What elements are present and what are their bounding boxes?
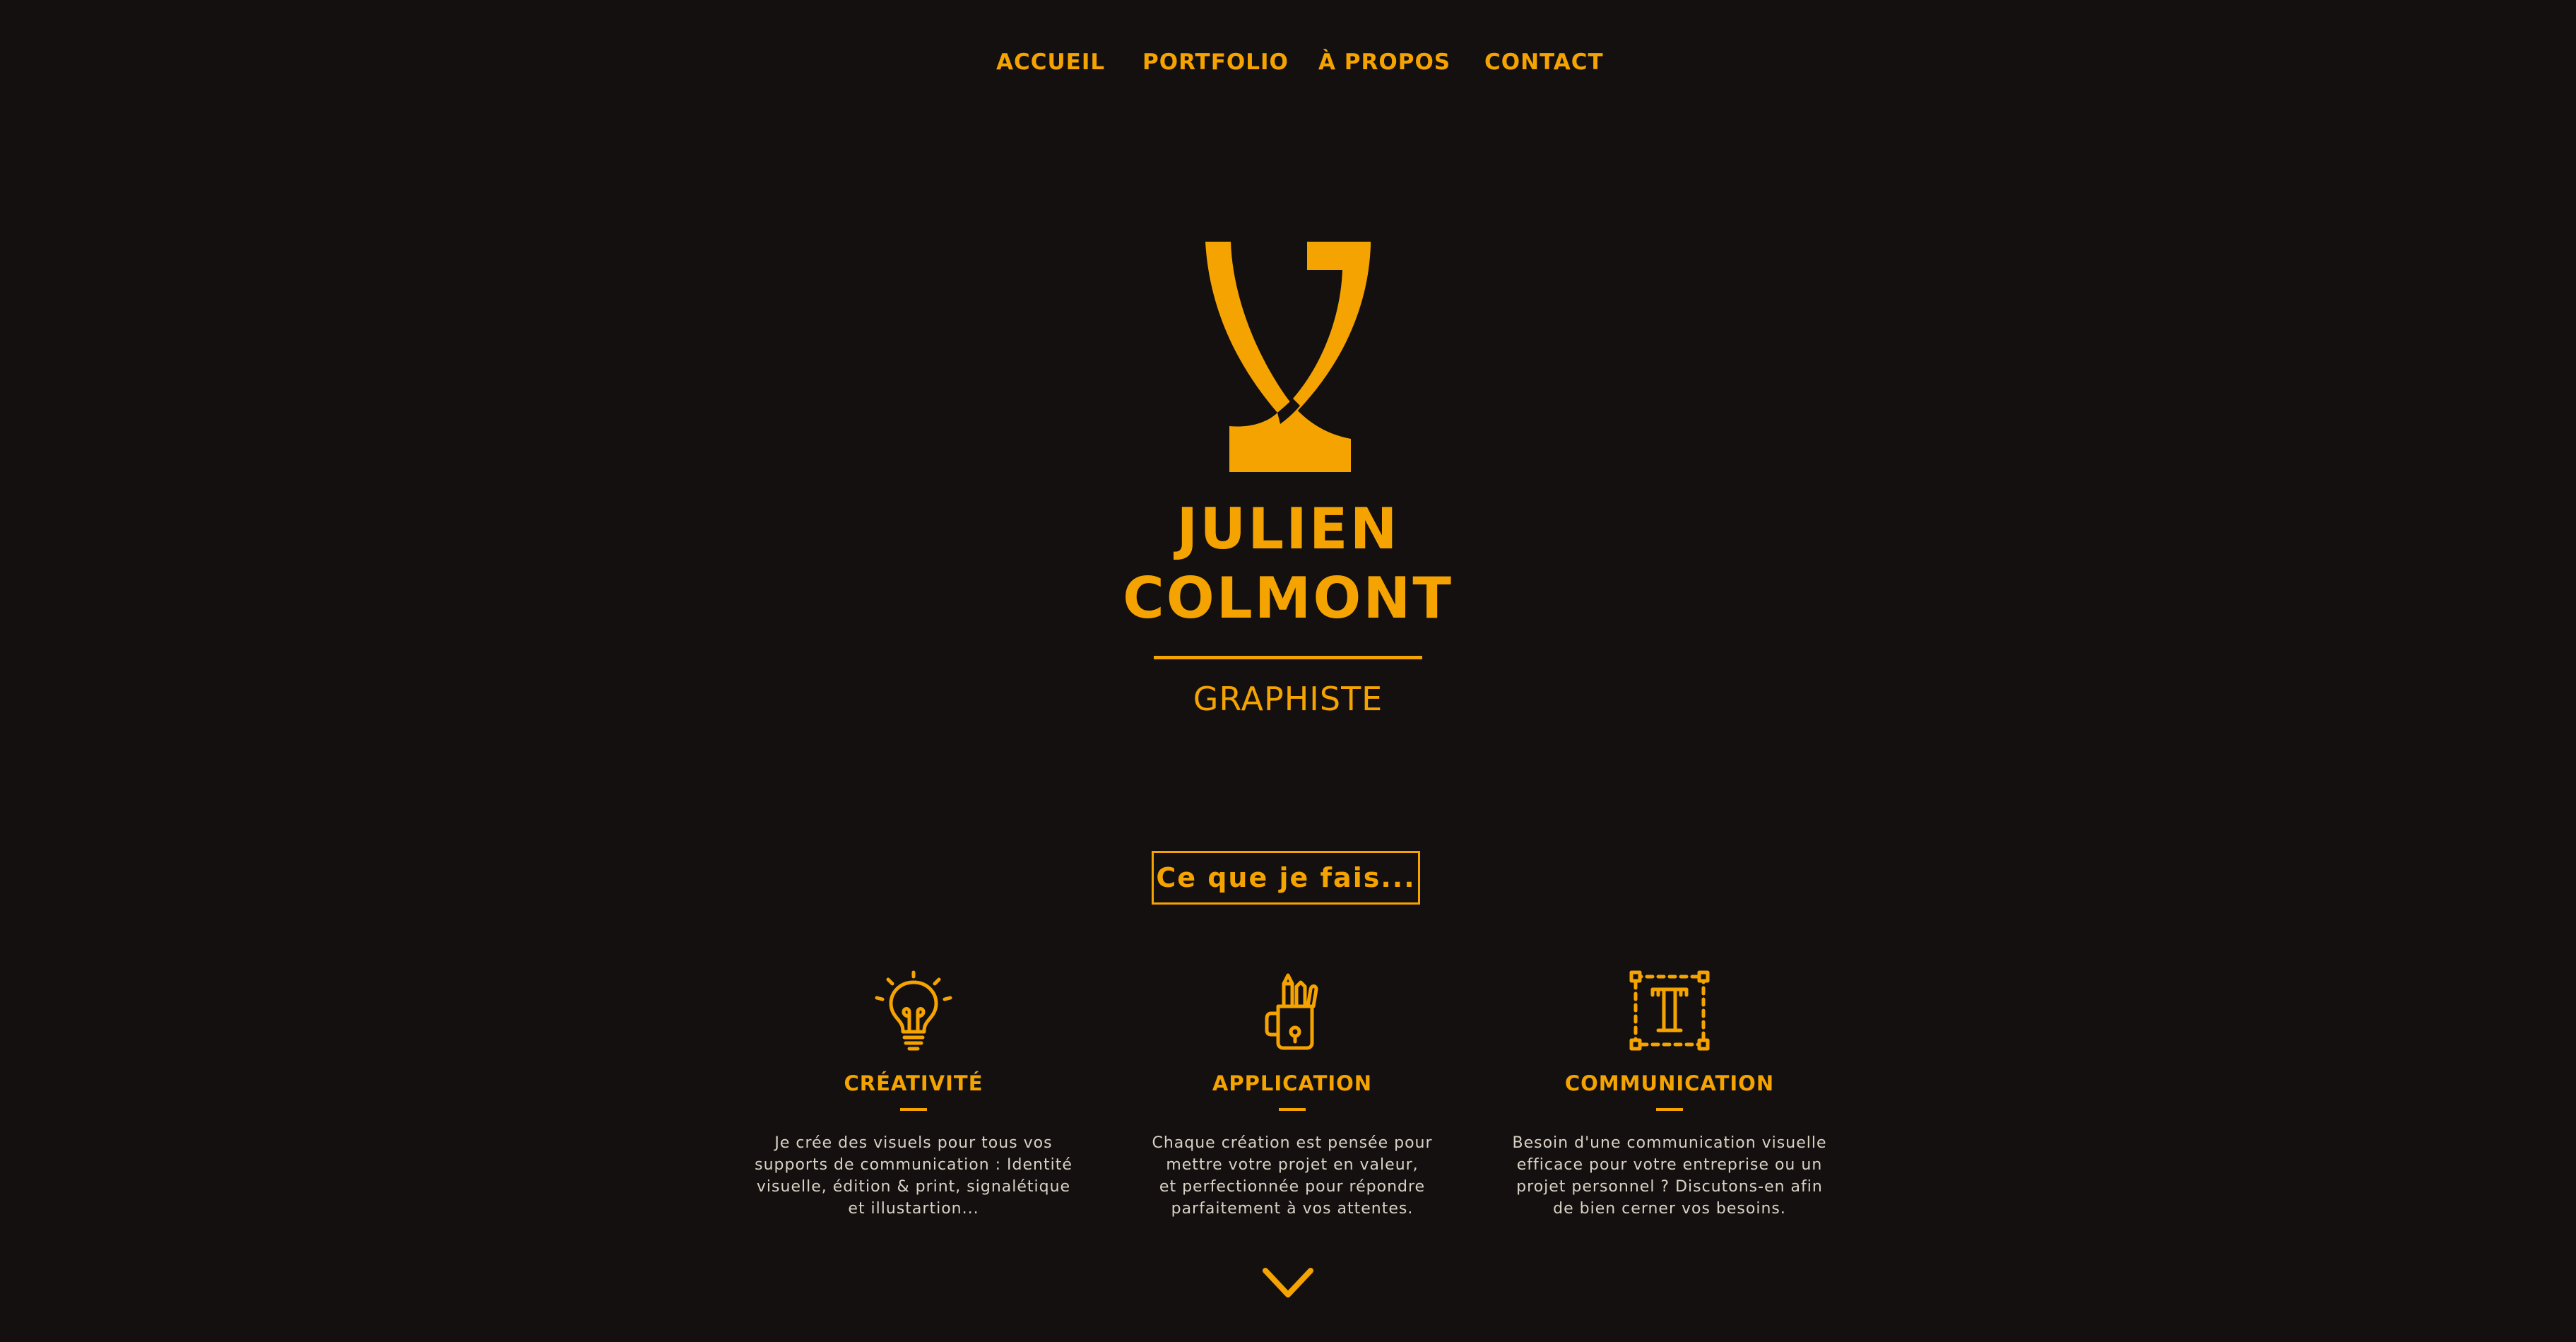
feature-divider: [1656, 1108, 1683, 1111]
nav-item-portfolio[interactable]: PORTFOLIO: [1142, 49, 1289, 75]
feature-divider: [1279, 1108, 1306, 1111]
lightbulb-icon: [875, 970, 952, 1051]
name-divider: [1154, 656, 1422, 659]
owner-last-name: COLMONT: [1123, 565, 1453, 631]
owner-name: JULIEN COLMONT: [1118, 495, 1458, 633]
text-tool-icon: [1629, 970, 1710, 1051]
owner-role: GRAPHISTE: [1193, 680, 1383, 718]
feature-title: COMMUNICATION: [1564, 1071, 1775, 1095]
feature-creativite: CRÉATIVITÉ Je crée des visuels pour tous…: [744, 970, 1083, 1220]
feature-divider: [900, 1108, 927, 1111]
pencil-cup-icon: [1265, 973, 1318, 1050]
nav-item-a-propos[interactable]: À PROPOS: [1318, 49, 1451, 75]
jc-monogram-logo: [1205, 242, 1371, 472]
feature-description: Je crée des visuels pour tous vos suppor…: [755, 1134, 1073, 1218]
services-button[interactable]: Ce que je fais...: [1152, 851, 1420, 905]
feature-description: Chaque création est pensée pour mettre v…: [1152, 1134, 1433, 1218]
feature-communication: COMMUNICATION Besoin d'une communication…: [1500, 970, 1839, 1220]
nav-item-accueil[interactable]: ACCUEIL: [996, 49, 1105, 75]
nav-item-contact[interactable]: CONTACT: [1484, 49, 1604, 75]
feature-description: Besoin d'une communication visuelle effi…: [1512, 1134, 1827, 1218]
feature-application: APPLICATION Chaque création est pensée p…: [1123, 970, 1462, 1220]
home-page: ACCUEIL PORTFOLIO À PROPOS CONTACT JULIE…: [0, 0, 2576, 1342]
owner-first-name: JULIEN: [1176, 496, 1400, 562]
feature-title: APPLICATION: [1212, 1071, 1373, 1095]
chevron-down-icon[interactable]: [1260, 1264, 1316, 1303]
feature-title: CRÉATIVITÉ: [844, 1071, 983, 1095]
